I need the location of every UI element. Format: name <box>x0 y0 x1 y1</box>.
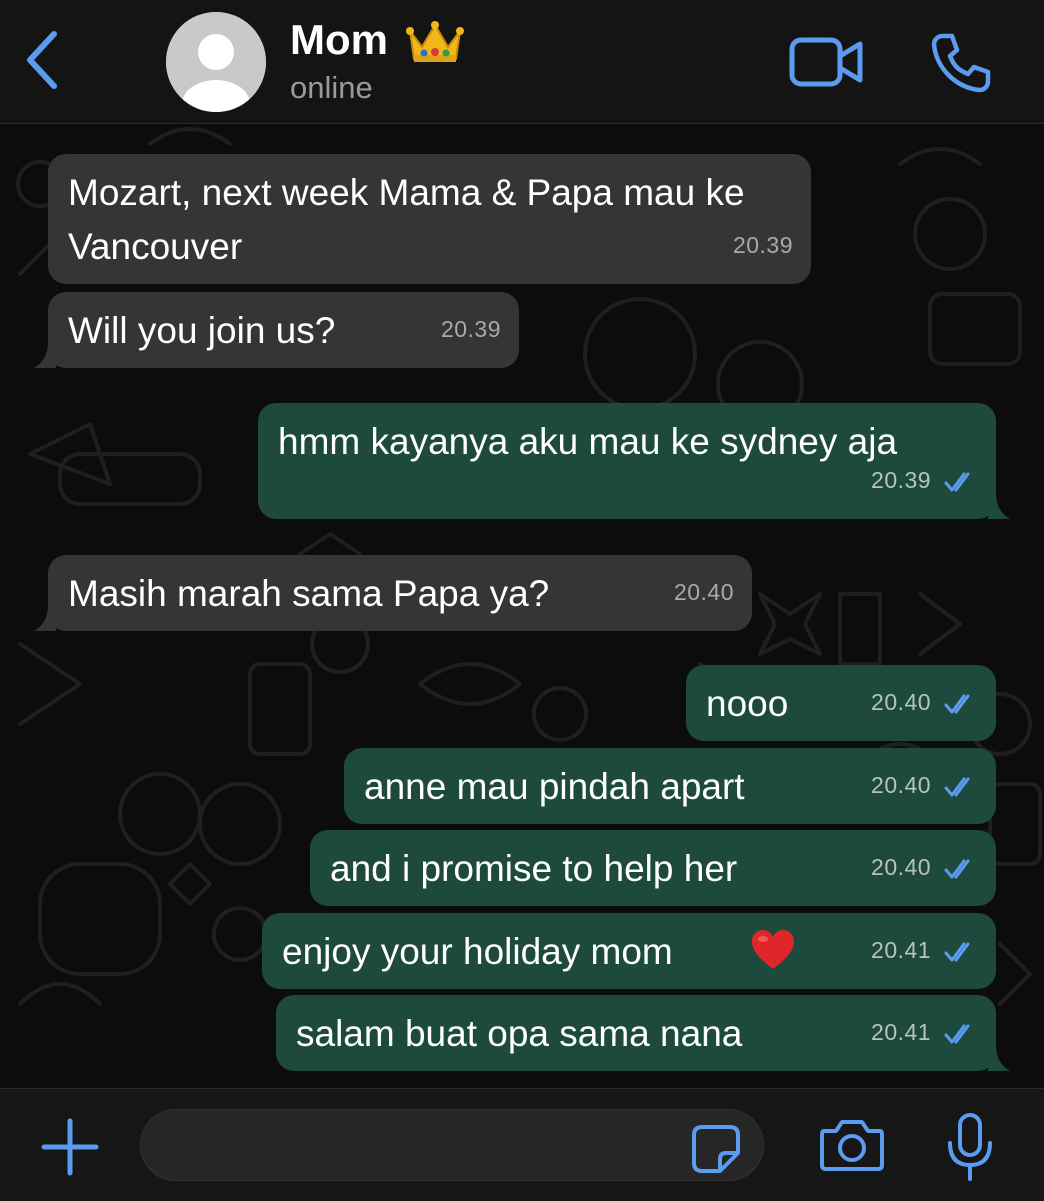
message-meta: 20.41 <box>871 923 978 977</box>
message-text: Masih marah sama Papa ya? <box>68 573 550 614</box>
camera-button[interactable] <box>818 1117 886 1173</box>
message-meta: 20.41 <box>871 1005 978 1059</box>
person-placeholder-icon <box>166 12 266 112</box>
sticker-icon <box>692 1125 740 1173</box>
plus-icon <box>41 1118 99 1176</box>
chat-header: Mom online <box>0 0 1044 124</box>
message-bubble-outgoing[interactable]: hmm kayanya aku mau ke sydney aja 20.39 <box>258 403 1010 519</box>
message-bubble-outgoing[interactable]: salam buat opa sama nana 20.41 <box>276 995 1010 1071</box>
microphone-icon <box>948 1113 992 1181</box>
message-meta: 20.40 <box>871 758 978 812</box>
message-bubble-outgoing[interactable]: enjoy your holiday mom 20.41 <box>262 913 996 989</box>
message-text: enjoy your holiday mom <box>282 931 673 972</box>
message-text: and i promise to help her <box>330 848 738 889</box>
bubble-tail <box>988 493 1010 519</box>
message-time: 20.40 <box>871 854 932 880</box>
double-check-icon <box>944 694 970 714</box>
contact-name[interactable]: Mom <box>290 16 464 65</box>
contact-name-text: Mom <box>290 16 388 63</box>
message-time: 20.40 <box>871 772 932 798</box>
video-call-button[interactable] <box>788 34 866 90</box>
message-bubble-outgoing[interactable]: nooo 20.40 <box>686 665 996 741</box>
heart-emoji <box>752 930 794 969</box>
bubble-tail <box>34 342 56 368</box>
message-bubble-incoming[interactable]: Will you join us? 20.39 <box>34 292 519 368</box>
chevron-left-icon <box>27 31 57 89</box>
message-time: 20.39 <box>871 467 932 493</box>
double-check-icon <box>944 1024 970 1044</box>
double-check-icon <box>944 859 970 879</box>
message-text: Mozart, next week Mama & Papa mau ke Van… <box>68 172 745 267</box>
camera-icon <box>820 1120 884 1171</box>
double-check-icon <box>944 942 970 962</box>
message-bubble-incoming[interactable]: Masih marah sama Papa ya? 20.40 <box>34 555 752 631</box>
attach-button[interactable] <box>38 1115 102 1179</box>
chat-area[interactable]: Mozart, next week Mama & Papa mau ke Van… <box>0 124 1044 1088</box>
message-text: Will you join us? <box>68 310 336 351</box>
message-text: anne mau pindah apart <box>364 766 745 807</box>
back-button[interactable] <box>20 28 64 92</box>
contact-status: online <box>290 70 373 105</box>
sticker-button[interactable] <box>690 1123 742 1175</box>
message-time: 20.39 <box>440 316 501 342</box>
crown-emoji <box>405 20 464 62</box>
message-input[interactable] <box>140 1109 764 1181</box>
message-time: 20.41 <box>871 937 932 963</box>
message-meta: 20.39 <box>871 453 978 507</box>
bubble-tail <box>988 1045 1010 1071</box>
voice-call-button[interactable] <box>928 30 992 94</box>
video-camera-icon <box>789 37 863 87</box>
double-check-icon <box>944 472 970 492</box>
bubble-tail <box>34 605 56 631</box>
message-bubble-outgoing[interactable]: and i promise to help her 20.40 <box>310 830 996 906</box>
microphone-button[interactable] <box>944 1111 996 1183</box>
message-bubble-outgoing[interactable]: anne mau pindah apart 20.40 <box>344 748 996 824</box>
message-time: 20.39 <box>732 232 793 258</box>
message-bubble-incoming[interactable]: Mozart, next week Mama & Papa mau ke Van… <box>48 154 811 284</box>
message-time: 20.41 <box>871 1019 932 1045</box>
message-input-bar <box>0 1088 1044 1201</box>
message-text: hmm kayanya aku mau ke sydney aja <box>278 421 898 462</box>
message-text: salam buat opa sama nana <box>296 1013 743 1054</box>
message-text: nooo <box>706 683 789 724</box>
double-check-icon <box>944 777 970 797</box>
avatar[interactable] <box>166 12 266 112</box>
message-time: 20.40 <box>673 579 734 605</box>
phone-icon <box>931 33 991 93</box>
message-meta: 20.40 <box>871 675 978 729</box>
message-meta: 20.40 <box>871 840 978 894</box>
message-time: 20.40 <box>871 689 932 715</box>
